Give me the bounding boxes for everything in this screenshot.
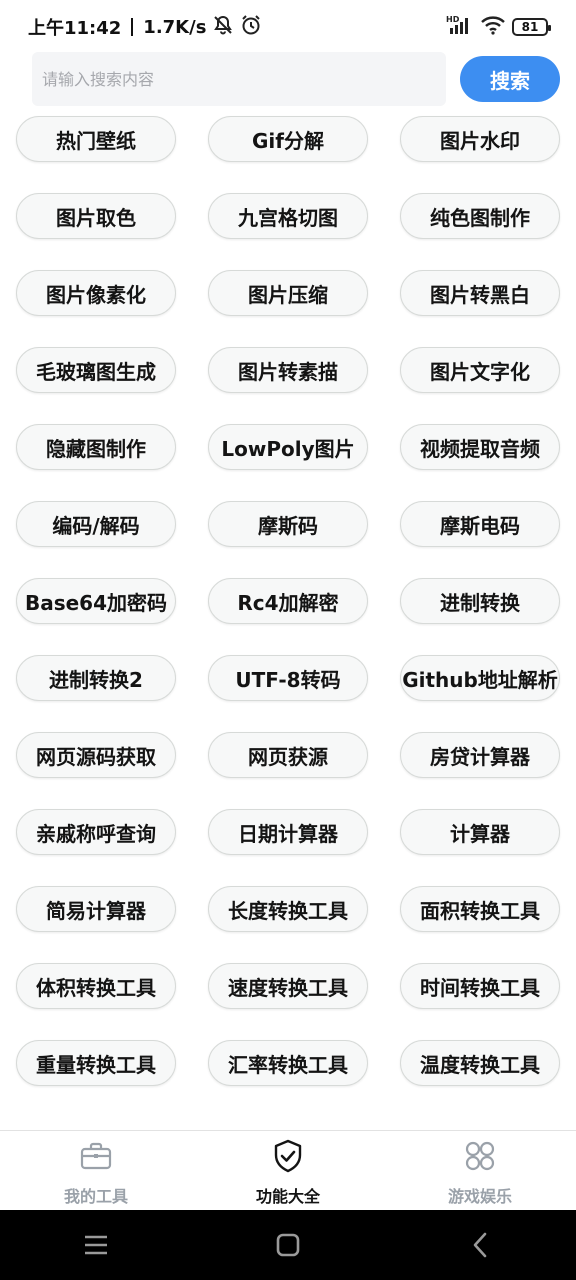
nav-label-games: 游戏娱乐 (447, 1187, 512, 1206)
tool-button[interactable]: 图片转素描 (208, 347, 368, 393)
tool-button[interactable]: 编码/解码 (16, 501, 176, 547)
svg-text:HD: HD (446, 15, 460, 24)
tool-button[interactable]: 摩斯电码 (400, 501, 560, 547)
wifi-icon (480, 14, 506, 41)
status-time: 上午11:42 (28, 18, 122, 39)
search-bar: 搜索 (32, 52, 560, 106)
tool-button[interactable]: 日期计算器 (208, 809, 368, 855)
nav-label-all-functions: 功能大全 (255, 1187, 320, 1206)
tool-button[interactable]: 网页源码获取 (16, 732, 176, 778)
status-bar: 上午11:42 1.7K/s HD 81 (0, 0, 576, 54)
home-icon[interactable] (264, 1221, 312, 1269)
tool-button[interactable]: 进制转换2 (16, 655, 176, 701)
shield-check-icon (271, 1139, 305, 1173)
clover-icon (463, 1139, 497, 1173)
tool-button[interactable]: 长度转换工具 (208, 886, 368, 932)
tool-button[interactable]: 图片像素化 (16, 270, 176, 316)
briefcase-icon (79, 1139, 113, 1173)
back-icon[interactable] (456, 1221, 504, 1269)
tool-button[interactable]: 毛玻璃图生成 (16, 347, 176, 393)
network-speed: 1.7K/s (143, 16, 207, 38)
nav-item-my-tools[interactable]: 我的工具 (0, 1131, 192, 1211)
alarm-icon (240, 14, 262, 41)
tool-button[interactable]: 重量转换工具 (16, 1040, 176, 1086)
search-input[interactable] (32, 52, 446, 106)
tool-button[interactable]: Github地址解析 (400, 655, 560, 701)
tool-button[interactable]: 计算器 (400, 809, 560, 855)
tool-button[interactable]: 速度转换工具 (208, 963, 368, 1009)
nav-item-all-functions[interactable]: 功能大全 (192, 1131, 384, 1211)
tool-button[interactable]: 时间转换工具 (400, 963, 560, 1009)
tool-button[interactable]: 九宫格切图 (208, 193, 368, 239)
tool-button[interactable]: 图片文字化 (400, 347, 560, 393)
nav-label-my-tools: 我的工具 (63, 1187, 128, 1206)
tool-button[interactable]: 温度转换工具 (400, 1040, 560, 1086)
tool-button[interactable]: 房贷计算器 (400, 732, 560, 778)
tool-button[interactable]: 图片转黑白 (400, 270, 560, 316)
status-separator (131, 18, 134, 36)
tool-button[interactable]: 体积转换工具 (16, 963, 176, 1009)
tool-button[interactable]: 进制转换 (400, 578, 560, 624)
tool-button[interactable]: 汇率转换工具 (208, 1040, 368, 1086)
tool-button[interactable]: 视频提取音频 (400, 424, 560, 470)
cellular-signal-icon: HD (446, 14, 474, 41)
battery-icon: 81 (512, 18, 551, 36)
tool-grid-viewport[interactable]: 热门壁纸 Gif分解 图片水印图片取色 九宫格切图 纯色图制作图片像素化 图片压缩 图片转黑… (0, 108, 576, 1130)
tool-button[interactable]: 图片取色 (16, 193, 176, 239)
tool-grid: 热门壁纸 Gif分解 图片水印图片取色 九宫格切图 纯色图制作图片像素化 图片压缩 图片转黑… (16, 116, 560, 1086)
tool-button[interactable]: 摩斯码 (208, 501, 368, 547)
tool-button[interactable]: Base64加密码 (16, 578, 176, 624)
tool-button[interactable]: 隐藏图制作 (16, 424, 176, 470)
nav-item-games[interactable]: 游戏娱乐 (384, 1131, 576, 1211)
tool-button[interactable]: 纯色图制作 (400, 193, 560, 239)
tool-button[interactable]: Rc4加解密 (208, 578, 368, 624)
tool-button[interactable]: 面积转换工具 (400, 886, 560, 932)
tool-button[interactable]: 亲戚称呼查询 (16, 809, 176, 855)
system-nav-bar (0, 1210, 576, 1280)
status-left: 上午11:42 1.7K/s (28, 14, 262, 41)
search-button[interactable]: 搜索 (460, 56, 560, 102)
tool-button[interactable]: 图片水印 (400, 116, 560, 162)
menu-icon[interactable] (72, 1221, 120, 1269)
tool-button[interactable]: 网页获源 (208, 732, 368, 778)
tool-button[interactable]: 热门壁纸 (16, 116, 176, 162)
tool-button[interactable]: 图片压缩 (208, 270, 368, 316)
tool-button[interactable]: Gif分解 (208, 116, 368, 162)
tool-button[interactable]: LowPoly图片 (208, 424, 368, 470)
tool-button[interactable]: 简易计算器 (16, 886, 176, 932)
mute-icon (212, 15, 234, 40)
tool-button[interactable]: UTF-8转码 (208, 655, 368, 701)
status-right: HD 81 (446, 14, 551, 41)
bottom-nav: 我的工具 功能大全 游戏娱乐 (0, 1130, 576, 1211)
